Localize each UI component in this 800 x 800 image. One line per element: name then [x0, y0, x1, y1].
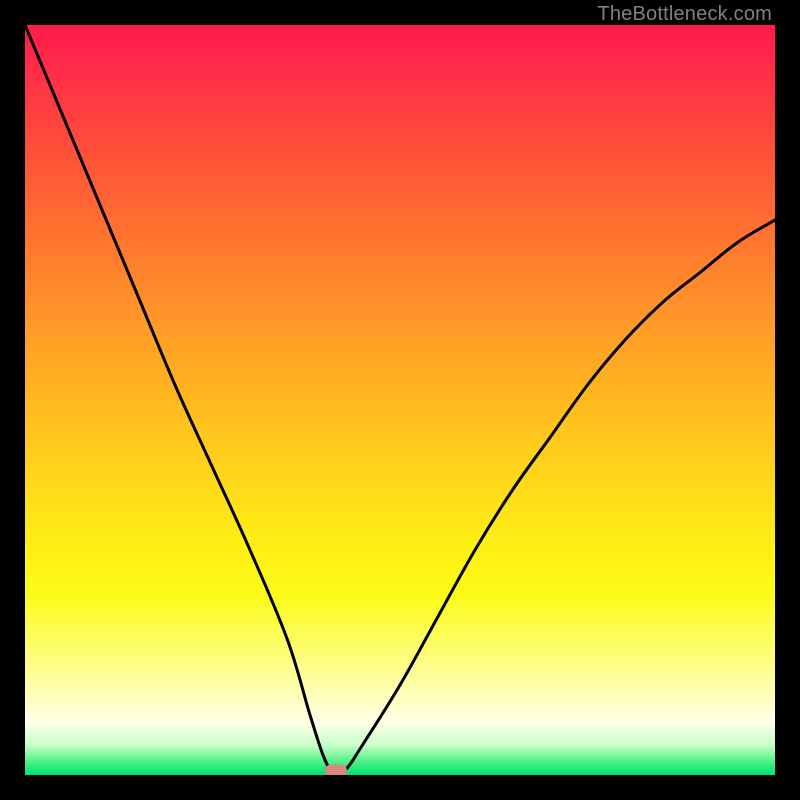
chart-frame: TheBottleneck.com	[0, 0, 800, 800]
bottleneck-curve	[25, 25, 775, 775]
plot-area	[25, 25, 775, 775]
curve-layer	[25, 25, 775, 775]
minimum-marker	[325, 765, 347, 776]
watermark-text: TheBottleneck.com	[597, 3, 772, 26]
